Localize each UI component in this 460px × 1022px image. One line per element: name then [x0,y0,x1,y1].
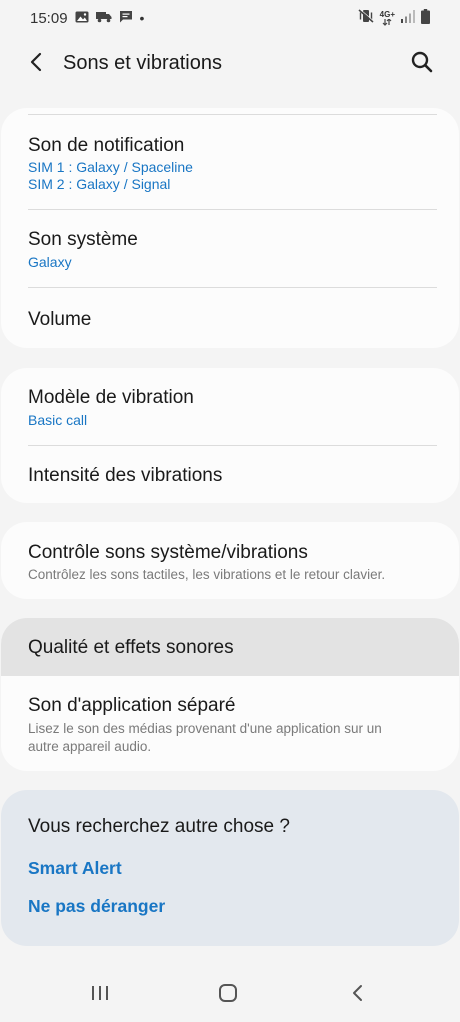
chevron-left-icon [29,52,43,77]
recent-apps-icon [91,984,109,1007]
status-bar: 15:09 • 4G+ [0,0,460,36]
sound-quality-title: Qualité et effets sonores [28,637,234,658]
nav-back-icon [350,983,364,1008]
vibration-pattern-item[interactable]: Modèle de vibration Basic call [1,368,459,446]
search-button[interactable] [408,50,436,78]
signal-icon [401,9,415,27]
battery-icon [421,8,430,28]
navigation-bar [0,966,460,1022]
system-control-title: Contrôle sons système/vibrations [28,542,308,563]
notification-sound-sim1: SIM 1 : Galaxy / Spaceline [28,159,193,175]
system-control-description: Contrôlez les sons tactiles, les vibrati… [28,567,386,582]
separate-app-sound-item[interactable]: Son d'application séparé Lisez le son de… [1,676,459,771]
card-audio: Qualité et effets sonores Son d'applicat… [1,618,459,771]
card-sounds: Son de notification SIM 1 : Galaxy / Spa… [1,108,459,348]
home-button[interactable] [208,978,248,1012]
vibration-intensity-item[interactable]: Intensité des vibrations [1,446,459,503]
smart-alert-link[interactable]: Smart Alert [28,858,122,879]
network-label: 4G+ [379,9,395,19]
suggestions-card: Vous recherchez autre chose ? Smart Aler… [1,790,459,946]
vibration-intensity-title: Intensité des vibrations [28,465,223,486]
system-control-item[interactable]: Contrôle sons système/vibrations Contrôl… [1,522,459,599]
separate-app-sound-description-1: Lisez le son des médias provenant d'une … [28,721,382,736]
status-dot: • [139,10,145,26]
recent-apps-button[interactable] [80,978,120,1012]
separate-app-sound-title: Son d'application séparé [28,695,236,716]
nav-back-button[interactable] [337,978,377,1012]
card-vibrations: Modèle de vibration Basic call Intensité… [1,368,459,503]
vibrate-mute-icon [358,8,374,27]
card-system-control: Contrôle sons système/vibrations Contrôl… [1,522,459,599]
separate-app-sound-description-2: autre appareil audio. [28,739,152,754]
app-header: Sons et vibrations [0,36,460,92]
status-right: 4G+ [358,8,430,28]
page-title: Sons et vibrations [63,52,222,74]
sound-quality-item[interactable]: Qualité et effets sonores [1,618,459,676]
truck-notification-icon [95,10,112,27]
notification-sound-title: Son de notification [28,135,185,156]
gallery-notification-icon [75,10,89,27]
network-4g-icon: 4G+ [379,9,395,26]
system-sound-item[interactable]: Son système Galaxy [1,210,459,288]
message-notification-icon [119,10,133,27]
back-button[interactable] [22,50,50,78]
system-sound-title: Son système [28,229,138,250]
vibration-pattern-value: Basic call [28,412,88,428]
home-icon [218,983,238,1008]
notification-sound-sim2: SIM 2 : Galaxy / Signal [28,176,171,192]
suggestions-title: Vous recherchez autre chose ? [28,816,290,837]
volume-title: Volume [28,309,92,330]
notification-sound-item[interactable]: Son de notification SIM 1 : Galaxy / Spa… [1,115,459,210]
volume-item[interactable]: Volume [1,288,459,348]
status-left: 15:09 • [30,10,144,27]
vibration-pattern-title: Modèle de vibration [28,387,194,408]
do-not-disturb-link[interactable]: Ne pas déranger [28,896,165,917]
search-icon [411,51,433,78]
status-time: 15:09 [30,9,68,27]
system-sound-value: Galaxy [28,254,72,270]
